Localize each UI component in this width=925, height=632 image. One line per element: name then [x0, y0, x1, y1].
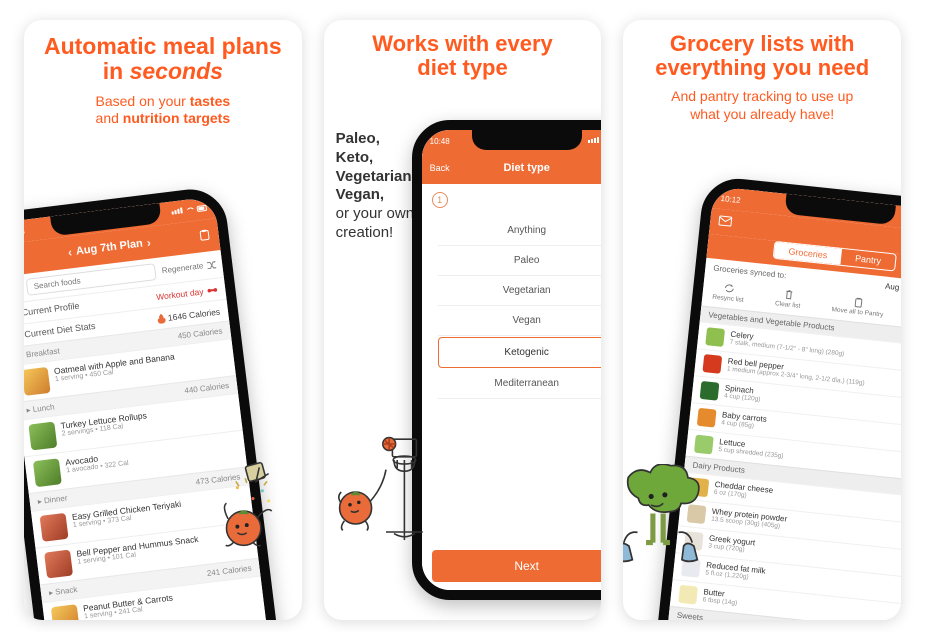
meal-thumb	[40, 513, 69, 542]
diet-option[interactable]: Vegan	[438, 306, 602, 336]
headline-2: Works with everydiet type	[324, 32, 602, 80]
subhead-1: Based on your tastes and nutrition targe…	[56, 93, 270, 128]
diet-option[interactable]: Mediterranean	[438, 369, 602, 399]
screenshot-1: Automatic meal plans in seconds Based on…	[24, 20, 302, 620]
food-thumb	[700, 381, 720, 401]
plan-title[interactable]: Aug 7th Plan	[75, 237, 143, 257]
sync-icon	[723, 282, 736, 295]
workout-icon	[207, 285, 218, 294]
meal-thumb	[44, 550, 73, 579]
subhead-3: And pantry tracking to use up what you a…	[655, 88, 869, 123]
food-thumb	[706, 327, 726, 347]
prev-day-button[interactable]: ‹	[67, 245, 73, 259]
meal-thumb	[33, 458, 62, 487]
food-thumb	[703, 354, 723, 374]
move-pantry-button[interactable]: Move all to Pantry	[832, 293, 886, 318]
back-button[interactable]: Back	[430, 163, 450, 173]
flame-icon	[156, 313, 165, 324]
meal-thumb	[28, 422, 57, 451]
phone-frame-2: 10:48 Back Diet type 1 Anything Paleo Ve…	[412, 120, 602, 600]
next-button[interactable]: Next	[432, 550, 602, 582]
notch	[472, 130, 582, 150]
jar-icon	[852, 295, 865, 308]
clear-button[interactable]: Clear list	[775, 287, 802, 310]
screenshot-3: Grocery lists witheverything you need An…	[623, 20, 901, 620]
diet-option[interactable]: Vegetarian	[438, 276, 602, 306]
food-thumb	[697, 408, 717, 428]
tomato-basketball-icon	[330, 436, 426, 556]
food-thumb	[694, 435, 714, 455]
meal-thumb	[51, 604, 80, 620]
meal-thumb	[24, 367, 51, 396]
mail-icon[interactable]	[718, 215, 733, 230]
next-day-button[interactable]: ›	[146, 235, 152, 249]
phone-frame-1: 10:08 ‹ Aug 7th Plan › 🔍 Regenerate ▸ Cu…	[24, 185, 284, 620]
tomato-confetti-icon	[214, 458, 292, 552]
step-indicator: 1	[432, 192, 448, 208]
regenerate-button[interactable]: Regenerate	[161, 259, 217, 276]
clipboard-icon[interactable]	[198, 228, 212, 244]
headline-3: Grocery lists witheverything you need	[623, 32, 901, 80]
shuffle-icon	[206, 259, 217, 270]
diet-option[interactable]: Anything	[438, 216, 602, 246]
food-thumb	[679, 585, 699, 605]
resync-button[interactable]: Resync list	[712, 281, 745, 304]
broccoli-bags-icon	[623, 464, 711, 584]
headline-1: Automatic meal plans in seconds	[24, 34, 302, 85]
page-title: Diet type	[503, 162, 549, 174]
trash-icon	[782, 288, 795, 301]
diet-option-selected[interactable]: Ketogenic	[438, 337, 602, 368]
sidetext-diets: Paleo, Keto, Vegetarian, Vegan, or your …	[336, 130, 416, 243]
diet-option[interactable]: Paleo	[438, 246, 602, 276]
top-bar: Back Diet type	[422, 152, 602, 184]
screenshot-2: Works with everydiet type Paleo, Keto, V…	[324, 20, 602, 620]
